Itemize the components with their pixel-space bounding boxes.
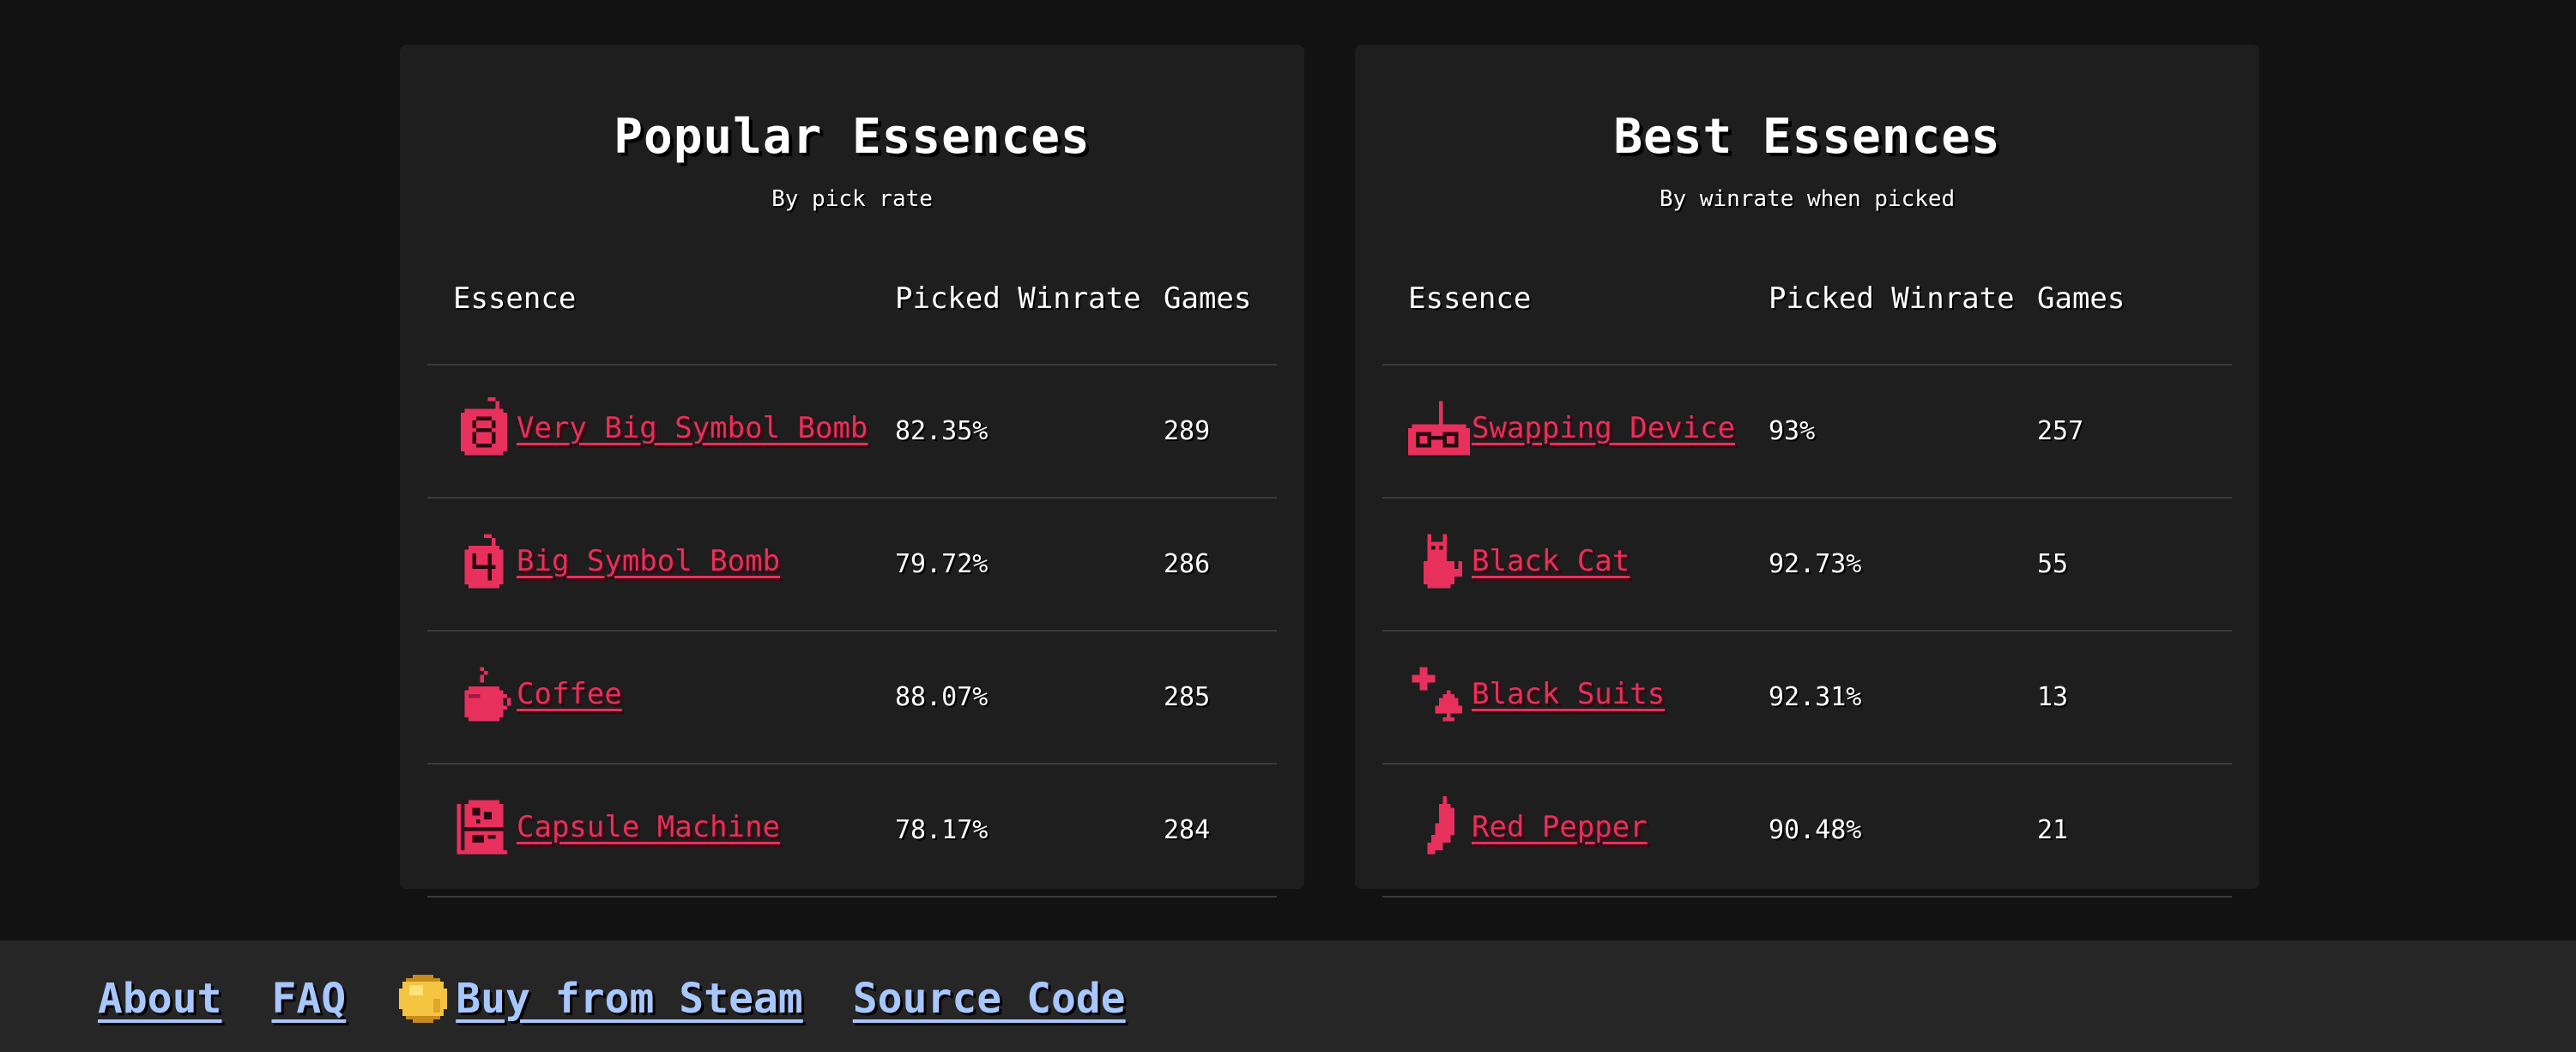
black-cat-icon [1408, 530, 1470, 592]
picked-winrate: 92.31% [1769, 631, 2037, 765]
table-row: Coffee 88.07% 285 [427, 631, 1277, 765]
picked-winrate: 88.07% [895, 631, 1164, 765]
picked-winrate: 90.48% [1769, 764, 2037, 898]
table-header-row: Essence Picked Winrate Games [427, 233, 1277, 366]
panel-subtitle: By pick rate [771, 186, 933, 212]
essence-link-black-cat[interactable]: Black Cat [1408, 530, 1630, 592]
panel-subtitle: By winrate when picked [1659, 186, 1956, 212]
essence-name: Swapping Device [1472, 410, 1736, 445]
buy-from-steam-label: Buy from Steam [456, 975, 803, 1023]
about-link[interactable]: About [98, 975, 222, 1023]
column-header-essence: Essence [1382, 233, 1769, 366]
gold-coin-icon [396, 971, 450, 1026]
column-header-essence: Essence [427, 233, 895, 366]
table-row: Very Big Symbol Bomb 82.35% 289 [427, 365, 1277, 499]
games-count: 13 [2037, 631, 2232, 765]
table-row: Red Pepper 90.48% 21 [1382, 764, 2232, 898]
picked-winrate: 92.73% [1769, 498, 2037, 632]
games-count: 289 [1164, 365, 1277, 499]
source-code-link[interactable]: Source Code [853, 975, 1126, 1023]
games-count: 286 [1164, 498, 1277, 632]
best-essences-panel: Best Essences By winrate when picked Ess… [1355, 45, 2259, 898]
games-count: 21 [2037, 764, 2232, 898]
column-header-picked-winrate: Picked Winrate [1769, 233, 2037, 366]
table-row: Black Cat 92.73% 55 [1382, 498, 2232, 632]
essence-name: Black Cat [1472, 543, 1630, 578]
faq-link[interactable]: FAQ [272, 975, 347, 1023]
games-count: 257 [2037, 365, 2232, 499]
popular-essences-table: Essence Picked Winrate Games Very Big Sy… [427, 233, 1277, 898]
essence-name: Big Symbol Bomb [517, 543, 781, 578]
picked-winrate: 82.35% [895, 365, 1164, 499]
picked-winrate: 93% [1769, 365, 2037, 499]
column-header-games: Games [1164, 233, 1277, 366]
table-row: Big Symbol Bomb 79.72% 286 [427, 498, 1277, 632]
number-4-bomb-icon [453, 530, 515, 592]
table-row: Capsule Machine 78.17% 284 [427, 764, 1277, 898]
footer-links: About FAQ Buy from Steam Source Code [98, 971, 1176, 1026]
essence-link-black-suits[interactable]: Black Suits [1408, 663, 1665, 725]
essence-link-very-big-symbol-bomb[interactable]: Very Big Symbol Bomb [453, 396, 868, 459]
card-suits-icon [1408, 663, 1470, 725]
essence-link-big-symbol-bomb[interactable]: Big Symbol Bomb [453, 530, 780, 592]
essence-link-capsule-machine[interactable]: Capsule Machine [453, 796, 780, 858]
essence-name: Black Suits [1472, 676, 1666, 711]
games-count: 55 [2037, 498, 2232, 632]
table-header-row: Essence Picked Winrate Games [1382, 233, 2232, 366]
page: Popular Essences By pick rate Essence Pi… [0, 0, 2576, 1052]
picked-winrate: 79.72% [895, 498, 1164, 632]
footer: About FAQ Buy from Steam Source Code [0, 940, 2576, 1052]
essence-name: Red Pepper [1472, 809, 1648, 844]
essence-name: Capsule Machine [517, 809, 781, 844]
column-header-games: Games [2037, 233, 2232, 366]
swapping-device-icon [1408, 397, 1470, 459]
panel-title: Popular Essences [614, 109, 1091, 165]
red-pepper-icon [1408, 795, 1470, 858]
column-header-picked-winrate: Picked Winrate [895, 233, 1164, 366]
buy-from-steam-link[interactable]: Buy from Steam [396, 971, 803, 1026]
number-8-bomb-icon [453, 396, 515, 459]
best-essences-table: Essence Picked Winrate Games Swapping De… [1382, 233, 2232, 898]
picked-winrate: 78.17% [895, 764, 1164, 898]
essence-name: Coffee [517, 676, 622, 711]
coffee-cup-icon [453, 663, 515, 725]
panel-title: Best Essences [1613, 109, 2001, 165]
essence-link-coffee[interactable]: Coffee [453, 663, 622, 725]
table-row: Swapping Device 93% 257 [1382, 365, 2232, 499]
table-row: Black Suits 92.31% 13 [1382, 631, 2232, 765]
essence-name: Very Big Symbol Bomb [517, 410, 868, 445]
capsule-machine-icon [453, 796, 515, 858]
popular-essences-panel: Popular Essences By pick rate Essence Pi… [400, 45, 1304, 898]
games-count: 284 [1164, 764, 1277, 898]
games-count: 285 [1164, 631, 1277, 765]
essence-link-swapping-device[interactable]: Swapping Device [1408, 397, 1735, 459]
essence-link-red-pepper[interactable]: Red Pepper [1408, 795, 1648, 858]
